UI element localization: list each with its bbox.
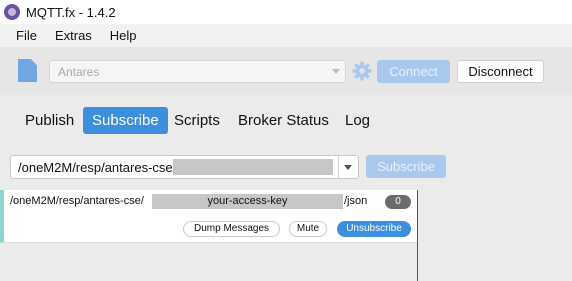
connect-button[interactable]: Connect	[377, 60, 450, 83]
window-title: MQTT.fx - 1.4.2	[26, 4, 116, 20]
mute-button[interactable]: Mute	[289, 221, 327, 237]
tab-broker-status[interactable]: Broker Status	[229, 107, 338, 134]
menu-extras[interactable]: Extras	[55, 28, 92, 43]
tab-log[interactable]: Log	[336, 107, 379, 134]
broker-profile-value: Antares	[58, 65, 100, 79]
topic-combobox[interactable]: /oneM2M/resp/antares-cse/	[10, 155, 359, 179]
chevron-down-icon[interactable]	[344, 165, 352, 170]
message-count-badge: 0	[385, 195, 411, 209]
subscription-item[interactable]: /oneM2M/resp/antares-cse/ your-access-ke…	[0, 190, 417, 243]
subscription-topic-suffix: /json	[344, 195, 368, 207]
tab-scripts[interactable]: Scripts	[165, 107, 229, 134]
disconnect-button[interactable]: Disconnect	[457, 60, 544, 83]
chevron-down-icon	[332, 69, 340, 74]
mqttfx-logo-icon	[4, 4, 20, 20]
subscription-access-key: your-access-key	[207, 195, 288, 207]
combo-divider	[338, 156, 339, 178]
subscribe-button[interactable]: Subscribe	[366, 155, 446, 178]
subscriptions-list: /oneM2M/resp/antares-cse/ your-access-ke…	[0, 190, 572, 281]
panel-divider[interactable]	[417, 190, 418, 281]
broker-profile-select[interactable]: Antares	[49, 60, 346, 83]
gear-icon[interactable]	[352, 61, 372, 81]
subscription-topic-prefix: /oneM2M/resp/antares-cse/	[10, 195, 144, 207]
dump-messages-button[interactable]: Dump Messages	[183, 221, 280, 237]
subscribe-topic-row: /oneM2M/resp/antares-cse/ Subscribe	[0, 147, 572, 190]
menu-file[interactable]: File	[16, 28, 37, 43]
title-bar: MQTT.fx - 1.4.2	[0, 0, 572, 24]
unsubscribe-button[interactable]: Unsubscribe	[337, 221, 411, 237]
tab-bar: Publish Subscribe Scripts Broker Status …	[0, 95, 572, 147]
document-icon[interactable]	[18, 59, 37, 82]
topic-input[interactable]: /oneM2M/resp/antares-cse/	[18, 160, 176, 175]
tab-publish[interactable]: Publish	[16, 107, 83, 134]
redacted-region	[173, 159, 333, 175]
tab-subscribe[interactable]: Subscribe	[83, 107, 168, 134]
menu-help[interactable]: Help	[110, 28, 137, 43]
connection-toolbar: Antares Connect Disconnect	[0, 47, 572, 95]
menu-bar: File Extras Help	[0, 24, 572, 47]
